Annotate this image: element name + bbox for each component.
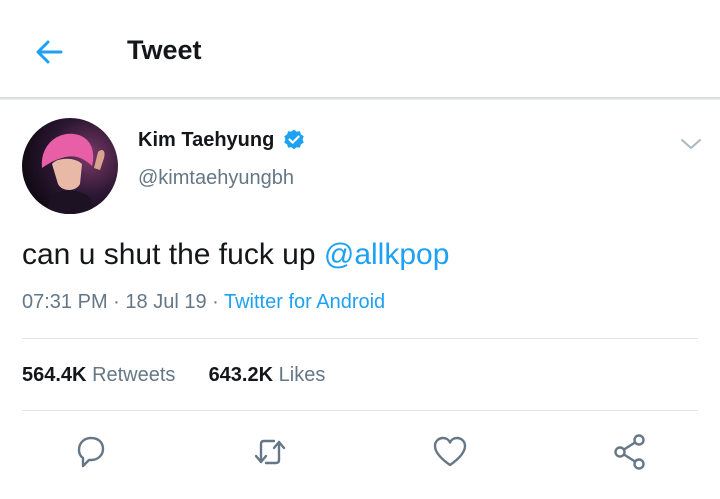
heart-icon [433,436,467,467]
page-title: Tweet [127,35,202,65]
retweets-label: Retweets [92,364,176,386]
meta-separator: · [206,291,224,313]
retweets-stat[interactable]: 564.4K Retweets [22,364,175,386]
likes-label: Likes [278,364,326,386]
verified-badge-icon [284,129,305,150]
tweet-source-link[interactable]: Twitter for Android [224,291,385,313]
like-button[interactable] [430,430,470,474]
share-button[interactable] [610,430,650,474]
tweet-actions-bar [0,430,720,476]
likes-count: 643.2K [208,364,274,386]
tweet-metadata: 07:31 PM · 18 Jul 19 · Twitter for Andro… [22,291,385,314]
tweet-stats: 564.4K Retweets 643.2K Likes [22,364,325,387]
reply-button[interactable] [71,430,111,474]
retweets-count: 564.4K [22,364,87,386]
tweet-text: can u shut the fuck up @allkpop [22,238,449,272]
more-options-button[interactable] [678,134,704,154]
likes-stat[interactable]: 643.2K Likes [209,364,326,386]
tweet-text-body: can u shut the fuck up [22,238,324,271]
tweet-time: 07:31 PM [22,291,108,313]
retweet-icon [254,439,286,465]
share-icon [614,434,645,470]
back-button[interactable] [30,32,70,72]
author-handle[interactable]: @kimtaehyungbh [138,167,294,190]
divider [22,338,698,339]
header-divider [0,97,720,100]
mention-link[interactable]: @allkpop [324,238,450,271]
author-name[interactable]: Kim Taehyung [138,129,274,152]
avatar[interactable] [22,118,118,214]
author-name-row[interactable]: Kim Taehyung [138,128,306,152]
tweet-date: 18 Jul 19 [125,291,207,313]
arrow-left-icon [36,40,63,64]
app-header: Tweet [0,0,720,99]
chevron-down-icon [681,139,701,149]
meta-separator: · [107,291,126,313]
divider [22,410,698,411]
reply-icon [77,436,105,468]
retweet-button[interactable] [250,430,290,474]
